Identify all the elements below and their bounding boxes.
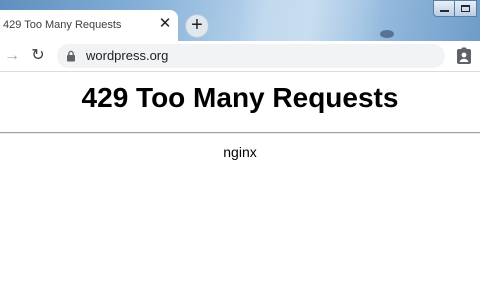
browser-tab-active[interactable]: 429 Too Many Requests ✕ [0,10,178,41]
address-bar[interactable]: wordpress.org [57,44,445,68]
forward-arrow-icon[interactable]: → [3,46,21,66]
account-badge-icon[interactable] [456,47,472,65]
close-tab-icon[interactable]: ✕ [157,16,173,32]
page-content: 429 Too Many Requests nginx [0,72,480,300]
server-signature: nginx [223,144,257,160]
browser-toolbar: → ↻ wordpress.org [0,41,480,71]
error-heading: 429 Too Many Requests [81,82,399,113]
browser-window: 429 Too Many Requests ✕ + → ↻ wordpress.… [0,0,480,300]
tab-title: 429 Too Many Requests [3,19,122,31]
lock-icon[interactable] [65,50,77,62]
tab-strip: 429 Too Many Requests ✕ + [0,0,480,41]
minimize-button[interactable] [433,0,455,17]
maximize-icon [461,5,470,12]
new-tab-button[interactable]: + [185,14,209,38]
minimize-icon [440,10,449,12]
background-shape [380,30,394,38]
window-controls [433,0,477,18]
maximize-button[interactable] [455,0,477,17]
reload-icon[interactable]: ↻ [29,46,47,66]
background-highlight [240,0,380,41]
horizontal-rule [0,132,480,134]
url-text[interactable]: wordpress.org [86,48,168,63]
